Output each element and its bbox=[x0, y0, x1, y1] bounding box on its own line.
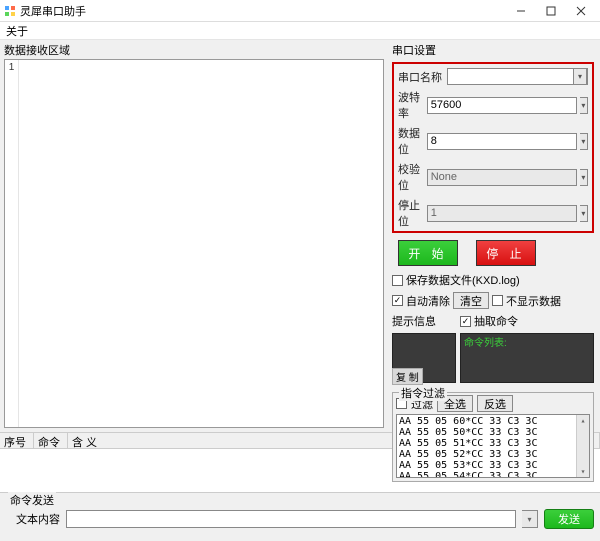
grid-col-seq[interactable]: 序号 bbox=[0, 433, 34, 448]
filter-list-item[interactable]: AA 55 05 54*CC 33 C3 3C bbox=[399, 471, 587, 478]
menu-about[interactable]: 关于 bbox=[6, 23, 28, 39]
hide-data-label: 不显示数据 bbox=[506, 293, 561, 309]
stopbits-label: 停止位 bbox=[398, 197, 424, 229]
baud-input[interactable] bbox=[427, 97, 577, 114]
hide-data-checkbox[interactable] bbox=[492, 295, 503, 306]
databits-label: 数据位 bbox=[398, 125, 424, 157]
chevron-down-icon[interactable]: ▾ bbox=[580, 133, 588, 150]
parity-label: 校验位 bbox=[398, 161, 424, 193]
maximize-button[interactable] bbox=[536, 1, 566, 21]
chevron-down-icon[interactable]: ▾ bbox=[580, 97, 588, 114]
grid-col-cmd[interactable]: 命令 bbox=[34, 433, 68, 448]
send-text-input[interactable] bbox=[66, 510, 516, 528]
serial-settings-label: 串口设置 bbox=[392, 42, 594, 58]
clear-button[interactable]: 清空 bbox=[453, 292, 489, 309]
parity-input[interactable] bbox=[427, 169, 577, 186]
port-name-label: 串口名称 bbox=[398, 69, 444, 85]
auto-clear-checkbox[interactable]: ✓ bbox=[392, 295, 403, 306]
chevron-down-icon[interactable]: ▾ bbox=[580, 169, 588, 186]
data-recv-area[interactable]: 1 bbox=[4, 59, 384, 428]
send-group: 命令发送 文本内容 ▾ 发送 bbox=[0, 492, 600, 541]
hint-label: 提示信息 bbox=[392, 313, 436, 330]
chevron-down-icon[interactable]: ▾ bbox=[580, 205, 588, 222]
close-button[interactable] bbox=[566, 1, 596, 21]
save-log-checkbox[interactable] bbox=[392, 275, 403, 286]
baud-label: 波特率 bbox=[398, 89, 424, 121]
start-button[interactable]: 开 始 bbox=[398, 240, 458, 266]
filter-list-item[interactable]: AA 55 05 52*CC 33 C3 3C bbox=[399, 449, 587, 460]
port-name-select[interactable]: ▾ bbox=[447, 68, 588, 85]
invert-button[interactable]: 反选 bbox=[477, 395, 513, 412]
databits-input[interactable] bbox=[427, 133, 577, 150]
extract-cmd-checkbox[interactable]: ✓ bbox=[460, 316, 471, 327]
serial-settings-group: 串口名称 ▾ 波特率 ▾ 数据位 ▾ 校验位 ▾ 停止位 ▾ bbox=[392, 62, 594, 233]
send-button[interactable]: 发送 bbox=[544, 509, 594, 529]
send-text-label: 文本内容 bbox=[6, 511, 60, 527]
filter-list-item[interactable]: AA 55 05 60*CC 33 C3 3C bbox=[399, 416, 587, 427]
chevron-down-icon: ▾ bbox=[573, 68, 587, 85]
filter-list-item[interactable]: AA 55 05 50*CC 33 C3 3C bbox=[399, 427, 587, 438]
minimize-button[interactable] bbox=[506, 1, 536, 21]
auto-clear-label: 自动清除 bbox=[406, 293, 450, 309]
copy-button[interactable]: 复 制 bbox=[392, 368, 423, 385]
stopbits-input[interactable] bbox=[427, 205, 577, 222]
grid-col-meaning[interactable]: 含 义 bbox=[68, 433, 400, 448]
save-log-label: 保存数据文件(KXD.log) bbox=[406, 272, 520, 288]
stop-button[interactable]: 停 止 bbox=[476, 240, 536, 266]
window-title: 灵犀串口助手 bbox=[20, 3, 86, 19]
titlebar: 灵犀串口助手 bbox=[0, 0, 600, 22]
scrollbar[interactable]: ▴▾ bbox=[576, 415, 589, 477]
filter-list[interactable]: AA 55 05 60*CC 33 C3 3CAA 55 05 50*CC 33… bbox=[396, 414, 590, 478]
app-icon bbox=[4, 5, 16, 17]
menubar: 关于 bbox=[0, 22, 600, 40]
scroll-down-icon[interactable]: ▾ bbox=[581, 466, 586, 477]
line-number: 1 bbox=[5, 60, 19, 427]
filter-group-label: 指令过滤 bbox=[399, 385, 447, 401]
filter-list-item[interactable]: AA 55 05 51*CC 33 C3 3C bbox=[399, 438, 587, 449]
chevron-down-icon[interactable]: ▾ bbox=[522, 510, 538, 528]
send-group-label: 命令发送 bbox=[8, 492, 56, 508]
data-recv-label: 数据接收区域 bbox=[4, 42, 384, 58]
filter-list-item[interactable]: AA 55 05 53*CC 33 C3 3C bbox=[399, 460, 587, 471]
extract-cmd-label: 抽取命令 bbox=[474, 313, 518, 329]
filter-group: 指令过滤 过滤 全选 反选 AA 55 05 60*CC 33 C3 3CAA … bbox=[392, 392, 594, 482]
cmd-list-label: 命令列表: bbox=[464, 334, 507, 349]
scroll-up-icon[interactable]: ▴ bbox=[581, 415, 586, 426]
